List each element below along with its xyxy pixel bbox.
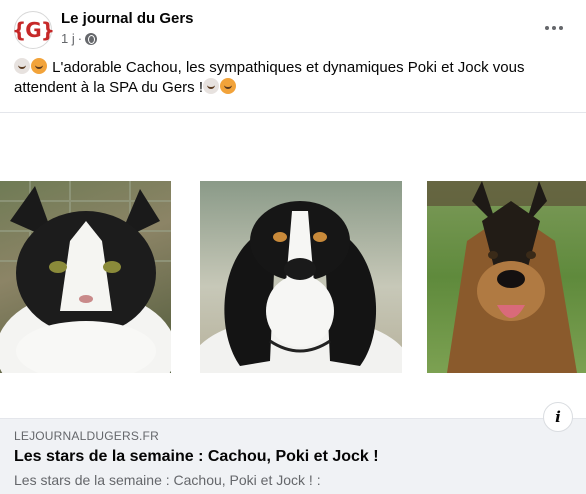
- cat-face-emoji-icon: [14, 58, 30, 74]
- more-dot: [552, 26, 556, 30]
- dog-face-emoji-icon: [220, 78, 237, 94]
- more-dot: [559, 26, 563, 30]
- logo-icon: {G}: [12, 18, 55, 42]
- hound-photo[interactable]: [200, 181, 402, 373]
- link-description: Les stars de la semaine : Cachou, Poki e…: [14, 472, 321, 488]
- page-name-link[interactable]: Le journal du Gers: [61, 10, 194, 27]
- post-timestamp[interactable]: 1 j: [61, 31, 75, 46]
- link-preview[interactable]: LEJOURNALDUGERS.FR Les stars de la semai…: [0, 418, 586, 494]
- post-text: L'adorable Cachou, les sympathiques et d…: [14, 58, 574, 98]
- post-text-line1: L'adorable Cachou, les sympathiques et d…: [52, 59, 525, 76]
- dog-face-emoji-icon: [31, 58, 47, 74]
- link-title[interactable]: Les stars de la semaine : Cachou, Poki e…: [14, 448, 379, 466]
- shepherd-photo[interactable]: [427, 181, 586, 373]
- more-options-button[interactable]: [538, 14, 570, 42]
- info-icon: i: [555, 408, 561, 426]
- post-text-line2: attendent à la SPA du Gers !: [14, 79, 204, 96]
- page-avatar[interactable]: {G}: [12, 11, 55, 49]
- more-dot: [545, 26, 549, 30]
- post-header: {G} Le journal du Gers 1 j ·: [0, 0, 586, 60]
- info-button[interactable]: i: [543, 402, 573, 432]
- globe-icon: [85, 32, 98, 45]
- link-media[interactable]: [0, 112, 586, 418]
- meta-separator: ·: [77, 31, 83, 46]
- link-domain: LEJOURNALDUGERS.FR: [14, 429, 159, 443]
- cat-face-emoji-icon: [203, 78, 220, 94]
- cat-photo[interactable]: [0, 181, 171, 373]
- post-meta: 1 j ·: [61, 31, 98, 46]
